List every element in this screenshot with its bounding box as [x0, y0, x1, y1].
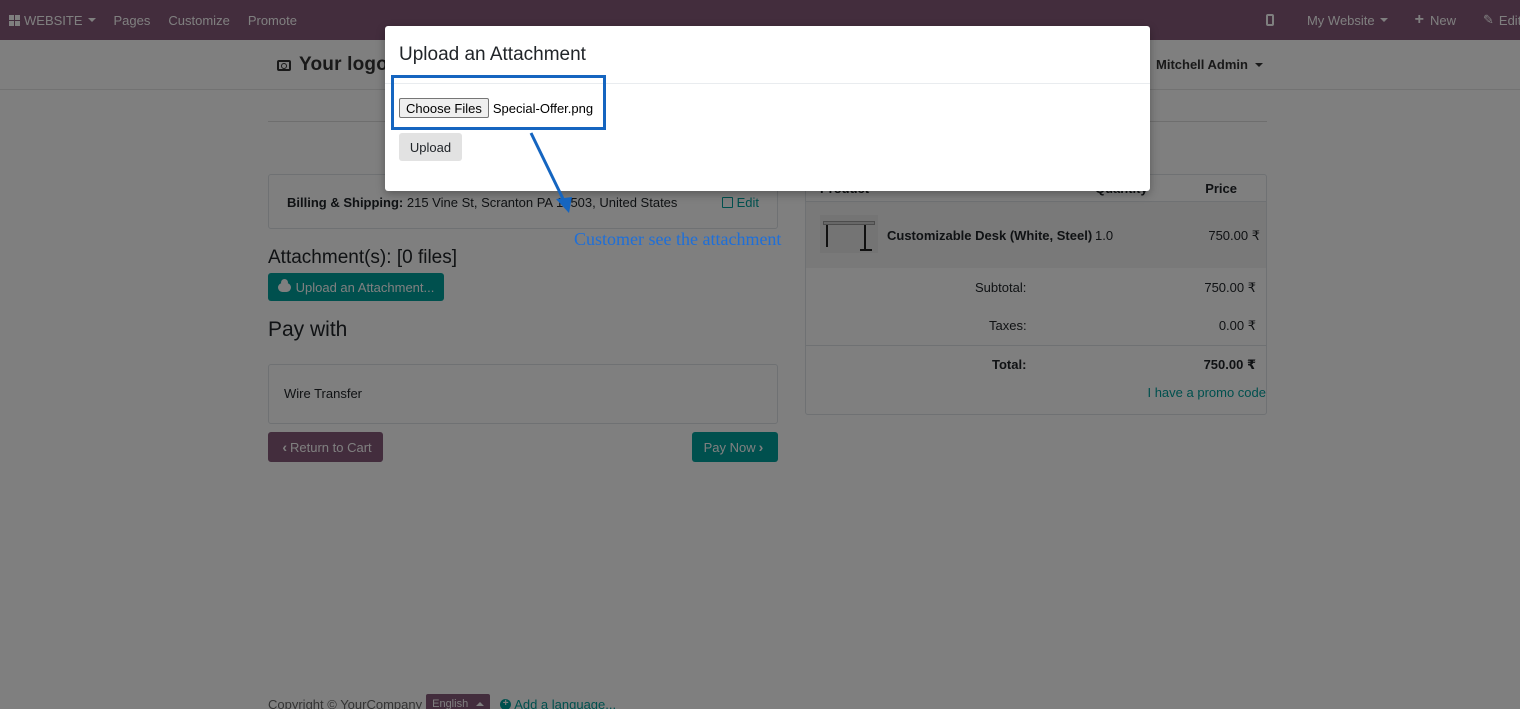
annotation-arrow	[529, 132, 572, 213]
annotation-highlight-box	[391, 75, 606, 130]
upload-button[interactable]: Upload	[399, 133, 462, 161]
dialog-title: Upload an Attachment	[399, 44, 586, 65]
annotation-caption: Customer see the attachment	[574, 229, 782, 249]
